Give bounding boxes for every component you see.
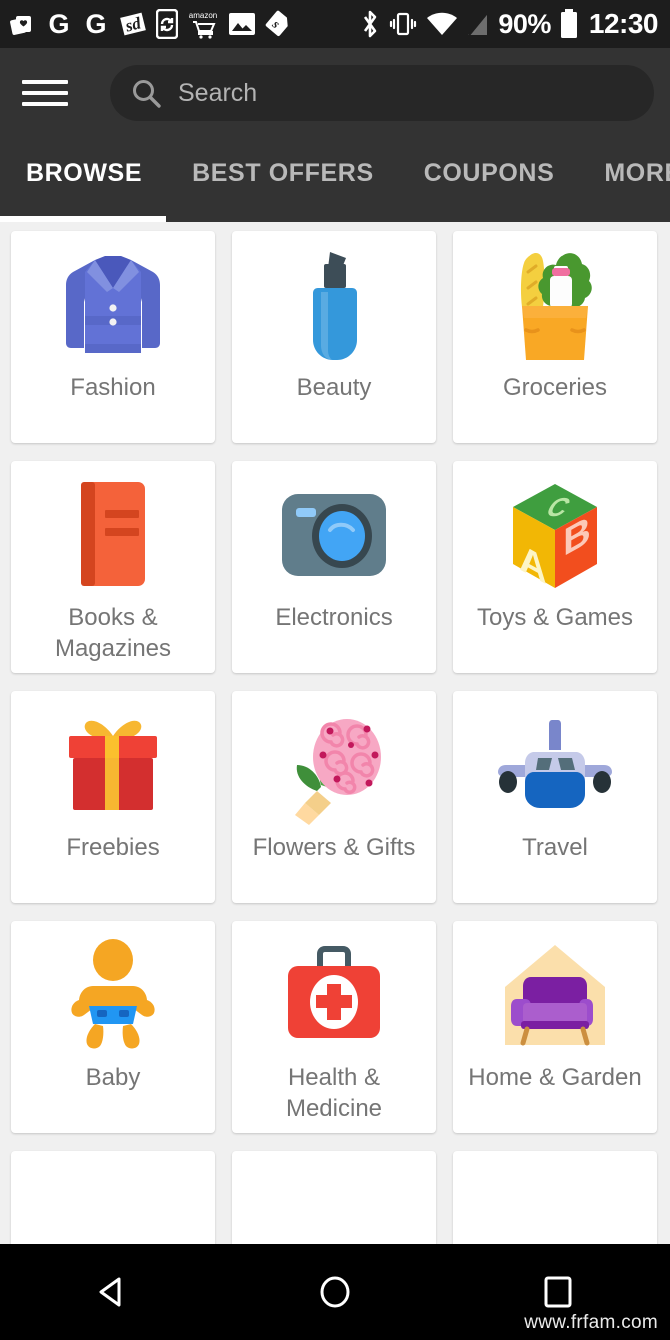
wifi-icon	[426, 11, 458, 37]
category-card-groceries[interactable]: Groceries	[453, 231, 657, 443]
category-card-home-garden[interactable]: Home & Garden	[453, 921, 657, 1133]
no-signal-icon	[466, 11, 490, 37]
category-label-groceries: Groceries	[502, 374, 608, 401]
category-label-baby: Baby	[85, 1064, 141, 1091]
category-label-fashion: Fashion	[70, 374, 156, 401]
tab-bar: BROWSE BEST OFFERS COUPONS MORE DEALS	[0, 138, 670, 222]
category-grid-container: Fashion Beauty Groceries Books & Magazin…	[0, 222, 670, 1340]
search-icon	[130, 77, 162, 109]
category-label-books-magazines: Books & Magazines	[54, 604, 172, 662]
app-bar: Search BROWSE BEST OFFERS COUPONS MORE D…	[0, 48, 670, 222]
phone-screen: G G sd amazon s 90% 12:30 Search BROWSE …	[0, 0, 670, 1340]
category-label-electronics: Electronics	[275, 604, 393, 631]
category-card-books-magazines[interactable]: Books & Magazines	[11, 461, 215, 673]
google-g-icon: G	[45, 10, 73, 38]
category-label-flowers-gifts: Flowers & Gifts	[252, 834, 416, 861]
category-card-fashion[interactable]: Fashion	[11, 231, 215, 443]
phone-sync-icon	[156, 9, 178, 39]
alphabet-block-icon: C A B	[499, 475, 611, 597]
back-button[interactable]	[52, 1244, 172, 1340]
status-bar: G G sd amazon s 90% 12:30	[0, 0, 670, 48]
tab-coupons-label: COUPONS	[423, 158, 555, 187]
app-bar-top-row: Search	[0, 48, 670, 138]
airplane-icon	[488, 705, 622, 827]
slickdeals-sd-icon: sd	[119, 10, 147, 38]
battery-percent-label: 90%	[498, 8, 551, 39]
cosmetic-bottle-icon	[288, 245, 380, 367]
bluetooth-icon	[360, 9, 380, 39]
category-card-travel[interactable]: Travel	[453, 691, 657, 903]
price-tag-icon: s	[265, 10, 293, 38]
category-card-flowers-gifts[interactable]: Flowers & Gifts	[232, 691, 436, 903]
site-watermark: www.frfam.com	[524, 1312, 658, 1333]
category-label-toys-games: Toys & Games	[476, 604, 634, 631]
book-icon	[61, 475, 165, 597]
gift-box-icon	[57, 705, 169, 827]
tab-best-offers[interactable]: BEST OFFERS	[192, 138, 374, 222]
category-card-baby[interactable]: Baby	[11, 921, 215, 1133]
tab-more-deals[interactable]: MORE DEALS	[604, 138, 670, 222]
tab-browse[interactable]: BROWSE	[0, 138, 167, 222]
home-button[interactable]	[275, 1244, 395, 1340]
first-aid-kit-icon	[278, 935, 390, 1057]
category-card-toys-games[interactable]: C A B Toys & Games	[453, 461, 657, 673]
battery-icon	[559, 9, 579, 39]
photo-icon	[228, 11, 256, 37]
vibrate-icon	[388, 10, 418, 38]
svg-text:G: G	[85, 10, 106, 38]
category-label-home-garden: Home & Garden	[468, 1064, 642, 1091]
grocery-bag-icon	[500, 245, 610, 367]
camera-icon	[276, 475, 392, 597]
search-input[interactable]: Search	[110, 65, 654, 121]
svg-text:G: G	[48, 10, 69, 38]
tab-browse-label: BROWSE	[26, 158, 143, 187]
cards-heart-icon	[10, 12, 36, 36]
baby-icon	[61, 935, 165, 1057]
clock-label: 12:30	[588, 8, 659, 39]
category-label-freebies: Freebies	[66, 834, 160, 861]
tab-best-offers-label: BEST OFFERS	[192, 158, 374, 187]
category-card-electronics[interactable]: Electronics	[232, 461, 436, 673]
bouquet-icon	[275, 705, 393, 827]
tab-more-deals-label: MORE DEALS	[604, 158, 670, 187]
tab-coupons[interactable]: COUPONS	[424, 138, 555, 222]
notification-icons: G G sd amazon s	[10, 9, 360, 39]
category-label-travel: Travel	[522, 834, 588, 861]
svg-text:amazon: amazon	[189, 11, 217, 20]
category-grid: Fashion Beauty Groceries Books & Magazin…	[11, 231, 670, 1340]
hamburger-menu-icon[interactable]	[22, 73, 68, 113]
amazon-cart-icon: amazon	[187, 9, 219, 39]
category-card-freebies[interactable]: Freebies	[11, 691, 215, 903]
google-g-icon-2: G	[82, 10, 110, 38]
category-card-health-medicine[interactable]: Health & Medicine	[232, 921, 436, 1133]
search-placeholder: Search	[178, 78, 258, 107]
house-armchair-icon	[497, 935, 613, 1057]
category-label-beauty: Beauty	[296, 374, 372, 401]
blazer-icon	[55, 245, 171, 367]
category-card-beauty[interactable]: Beauty	[232, 231, 436, 443]
category-label-health-medicine: Health & Medicine	[285, 1064, 383, 1122]
system-status-icons: 90% 12:30	[360, 8, 659, 39]
